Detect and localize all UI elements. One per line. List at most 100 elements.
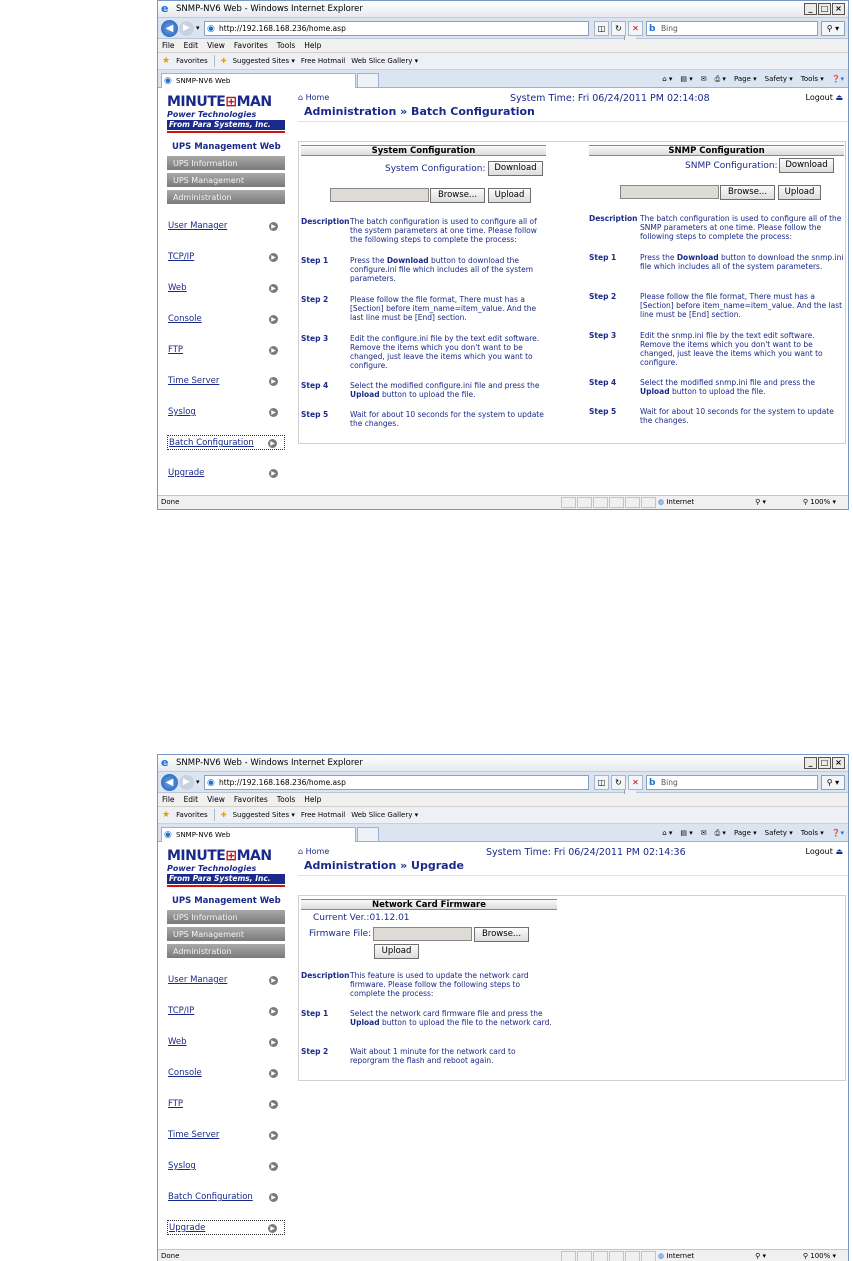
sidebar-item-tcp-ip[interactable]: TCP/IP ▶ <box>167 250 285 265</box>
help-icon[interactable]: ❓▾ <box>832 827 844 839</box>
history-dropdown-icon[interactable]: ▾ <box>196 778 200 786</box>
favorites-button[interactable]: Favorites <box>176 57 208 65</box>
section-administration[interactable]: Administration <box>167 944 285 959</box>
home-link[interactable]: ⌂ Home <box>298 93 329 102</box>
address-input[interactable]: ◉ http://192.168.168.236/home.asp ▼ <box>204 21 636 40</box>
favorite-suggested-sites[interactable]: Suggested Sites ▾ <box>233 57 295 65</box>
search-input[interactable]: b Bing <box>646 21 818 36</box>
menu-file[interactable]: File <box>162 793 175 806</box>
menu-view[interactable]: View <box>207 793 225 806</box>
home-icon[interactable]: ⌂ ▾ <box>662 827 672 839</box>
mail-icon[interactable]: ✉ <box>701 827 707 839</box>
menu-favorites[interactable]: Favorites <box>234 793 268 806</box>
sidebar-item-batch-configuration[interactable]: Batch Configuration ▶ <box>167 435 285 450</box>
section-ups-management[interactable]: UPS Management <box>167 173 285 188</box>
section-ups-information[interactable]: UPS Information <box>167 910 285 925</box>
sidebar-item-tcp-ip[interactable]: TCP/IP ▶ <box>167 1004 285 1019</box>
zoom-level[interactable]: ⚲ 100% ▾ <box>803 1250 836 1261</box>
tab-snmp-nv6-web[interactable]: ◉ SNMP-NV6 Web <box>161 73 356 88</box>
cmd-page[interactable]: Page ▾ <box>734 73 757 85</box>
new-tab-button[interactable] <box>357 827 379 842</box>
forward-button[interactable]: ▶ <box>179 775 194 790</box>
stop-icon[interactable]: ✕ <box>628 775 643 790</box>
search-button[interactable]: ⚲ ▾ <box>821 21 845 36</box>
menu-edit[interactable]: Edit <box>184 39 199 52</box>
address-input[interactable]: ◉ http://192.168.168.236/home.asp ▼ <box>204 775 636 794</box>
minimize-button[interactable]: _ <box>804 757 817 769</box>
system-upload-button[interactable]: Upload <box>488 188 531 203</box>
sidebar-item-upgrade[interactable]: Upgrade ▶ <box>167 1220 285 1235</box>
zoom-level[interactable]: ⚲ 100% ▾ <box>803 496 836 509</box>
sidebar-item-user-manager[interactable]: User Manager ▶ <box>167 219 285 234</box>
sidebar-item-ftp[interactable]: FTP ▶ <box>167 1097 285 1112</box>
snmp-browse-button[interactable]: Browse... <box>720 185 775 200</box>
menu-view[interactable]: View <box>207 39 225 52</box>
back-button[interactable]: ◀ <box>161 20 178 37</box>
cmd-safety[interactable]: Safety ▾ <box>765 827 793 839</box>
minimize-button[interactable]: _ <box>804 3 817 15</box>
protected-mode-icon[interactable]: ⚲ ▾ <box>755 1250 766 1261</box>
favorite-suggested-sites[interactable]: Suggested Sites ▾ <box>233 811 295 819</box>
favorite-web-slice-gallery[interactable]: Web Slice Gallery ▾ <box>351 57 418 65</box>
refresh-icon[interactable]: ↻ <box>611 21 626 36</box>
internet-zone[interactable]: ◍ Internet <box>658 496 694 509</box>
favorite-free-hotmail[interactable]: Free Hotmail <box>301 57 345 65</box>
logout-link[interactable]: Logout ⏏ <box>806 93 844 102</box>
menu-favorites[interactable]: Favorites <box>234 39 268 52</box>
mail-icon[interactable]: ✉ <box>701 73 707 85</box>
firmware-file-field[interactable] <box>373 927 472 941</box>
tab-snmp-nv6-web[interactable]: ◉ SNMP-NV6 Web <box>161 827 356 842</box>
sidebar-item-time-server[interactable]: Time Server ▶ <box>167 1128 285 1143</box>
section-ups-management[interactable]: UPS Management <box>167 927 285 942</box>
section-administration[interactable]: Administration <box>167 190 285 205</box>
snmp-upload-button[interactable]: Upload <box>778 185 821 200</box>
stop-icon[interactable]: ✕ <box>628 21 643 36</box>
snmp-file-field[interactable] <box>620 185 719 199</box>
section-ups-information[interactable]: UPS Information <box>167 156 285 171</box>
menu-help[interactable]: Help <box>304 793 321 806</box>
system-browse-button[interactable]: Browse... <box>430 188 485 203</box>
menu-tools[interactable]: Tools <box>277 39 295 52</box>
cmd-tools[interactable]: Tools ▾ <box>801 827 824 839</box>
sidebar-item-user-manager[interactable]: User Manager ▶ <box>167 973 285 988</box>
system-download-button[interactable]: Download <box>488 161 543 176</box>
feeds-icon[interactable]: ▤ ▾ <box>680 73 692 85</box>
favorites-button[interactable]: Favorites <box>176 811 208 819</box>
sidebar-item-console[interactable]: Console ▶ <box>167 312 285 327</box>
sidebar-item-upgrade[interactable]: Upgrade ▶ <box>167 466 285 481</box>
maximize-button[interactable]: □ <box>818 3 831 15</box>
add-favorite-icon[interactable]: ✚ <box>221 57 227 65</box>
cmd-page[interactable]: Page ▾ <box>734 827 757 839</box>
compatibility-icon[interactable]: ◫ <box>594 775 609 790</box>
sidebar-item-batch-configuration[interactable]: Batch Configuration ▶ <box>167 1190 285 1205</box>
firmware-upload-button[interactable]: Upload <box>374 944 419 959</box>
print-icon[interactable]: ⎙ ▾ <box>715 827 726 839</box>
maximize-button[interactable]: □ <box>818 757 831 769</box>
close-button[interactable]: × <box>832 3 845 15</box>
logout-link[interactable]: Logout ⏏ <box>806 847 844 856</box>
compatibility-icon[interactable]: ◫ <box>594 21 609 36</box>
internet-zone[interactable]: ◍ Internet <box>658 1250 694 1261</box>
menu-file[interactable]: File <box>162 39 175 52</box>
search-button[interactable]: ⚲ ▾ <box>821 775 845 790</box>
sidebar-item-web[interactable]: Web ▶ <box>167 281 285 296</box>
menu-help[interactable]: Help <box>304 39 321 52</box>
refresh-icon[interactable]: ↻ <box>611 775 626 790</box>
print-icon[interactable]: ⎙ ▾ <box>715 73 726 85</box>
sidebar-item-console[interactable]: Console ▶ <box>167 1066 285 1081</box>
search-input[interactable]: b Bing <box>646 775 818 790</box>
menu-edit[interactable]: Edit <box>184 793 199 806</box>
cmd-tools[interactable]: Tools ▾ <box>801 73 824 85</box>
feeds-icon[interactable]: ▤ ▾ <box>680 827 692 839</box>
sidebar-item-syslog[interactable]: Syslog ▶ <box>167 405 285 420</box>
system-file-field[interactable] <box>330 188 429 202</box>
back-button[interactable]: ◀ <box>161 774 178 791</box>
home-icon[interactable]: ⌂ ▾ <box>662 73 672 85</box>
help-icon[interactable]: ❓▾ <box>832 73 844 85</box>
sidebar-item-syslog[interactable]: Syslog ▶ <box>167 1159 285 1174</box>
add-favorite-icon[interactable]: ✚ <box>221 811 227 819</box>
new-tab-button[interactable] <box>357 73 379 88</box>
history-dropdown-icon[interactable]: ▾ <box>196 24 200 32</box>
sidebar-item-web[interactable]: Web ▶ <box>167 1035 285 1050</box>
home-link[interactable]: ⌂ Home <box>298 847 329 856</box>
